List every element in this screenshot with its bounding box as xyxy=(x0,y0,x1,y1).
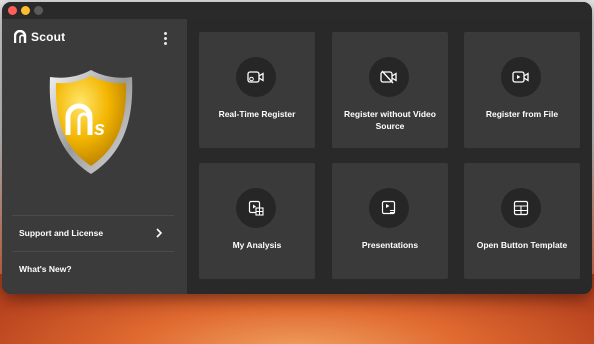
tile-icon-circle xyxy=(501,57,541,97)
sidebar-item-label: Support and License xyxy=(19,228,104,238)
sidebar-item-support-license[interactable]: Support and License xyxy=(12,215,174,252)
tile-icon-circle xyxy=(236,188,276,228)
tile-register-without-video[interactable]: Register without Video Source xyxy=(332,32,448,148)
camera-record-icon xyxy=(247,71,264,83)
sidebar-item-label: What's New? xyxy=(19,264,72,274)
tile-open-button-template[interactable]: Open Button Template xyxy=(464,163,580,279)
app-logo: Scout xyxy=(14,29,65,45)
zoom-window-button[interactable] xyxy=(34,6,43,15)
sidebar: Scout s Support and License What's New? xyxy=(2,19,187,294)
analysis-icon xyxy=(248,200,264,216)
tile-label: Presentations xyxy=(361,240,419,250)
tile-label: Open Button Template xyxy=(476,240,568,250)
tile-label: My Analysis xyxy=(232,240,282,250)
main-panel: Real-Time Register Register without Vide… xyxy=(187,19,592,294)
app-logo-text: Scout xyxy=(31,30,66,44)
tile-icon-circle xyxy=(369,57,409,97)
video-file-icon xyxy=(512,71,529,83)
sidebar-item-whats-new[interactable]: What's New? xyxy=(12,251,174,288)
tile-icon-circle xyxy=(501,188,541,228)
tile-icon-circle xyxy=(236,57,276,97)
tile-label: Register from File xyxy=(485,109,559,119)
shield-logo-icon: s xyxy=(49,70,133,174)
logo-mark-icon xyxy=(14,30,27,43)
more-options-icon[interactable] xyxy=(160,31,170,45)
video-off-icon xyxy=(380,70,397,84)
minimize-window-button[interactable] xyxy=(21,6,30,15)
presentation-icon xyxy=(381,200,396,215)
tile-register-from-file[interactable]: Register from File xyxy=(464,32,580,148)
tile-my-analysis[interactable]: My Analysis xyxy=(199,163,315,279)
tile-real-time-register[interactable]: Real-Time Register xyxy=(199,32,315,148)
tile-label: Real-Time Register xyxy=(218,109,296,119)
tile-label: Register without Video Source xyxy=(344,109,436,131)
chevron-right-icon xyxy=(156,228,163,238)
close-window-button[interactable] xyxy=(8,6,17,15)
tile-icon-circle xyxy=(369,188,409,228)
svg-text:s: s xyxy=(94,118,105,140)
title-bar xyxy=(2,2,592,19)
app-window: Scout s Support and License What's New? … xyxy=(2,2,592,294)
grid-template-icon xyxy=(513,200,529,216)
tile-presentations[interactable]: Presentations xyxy=(332,163,448,279)
